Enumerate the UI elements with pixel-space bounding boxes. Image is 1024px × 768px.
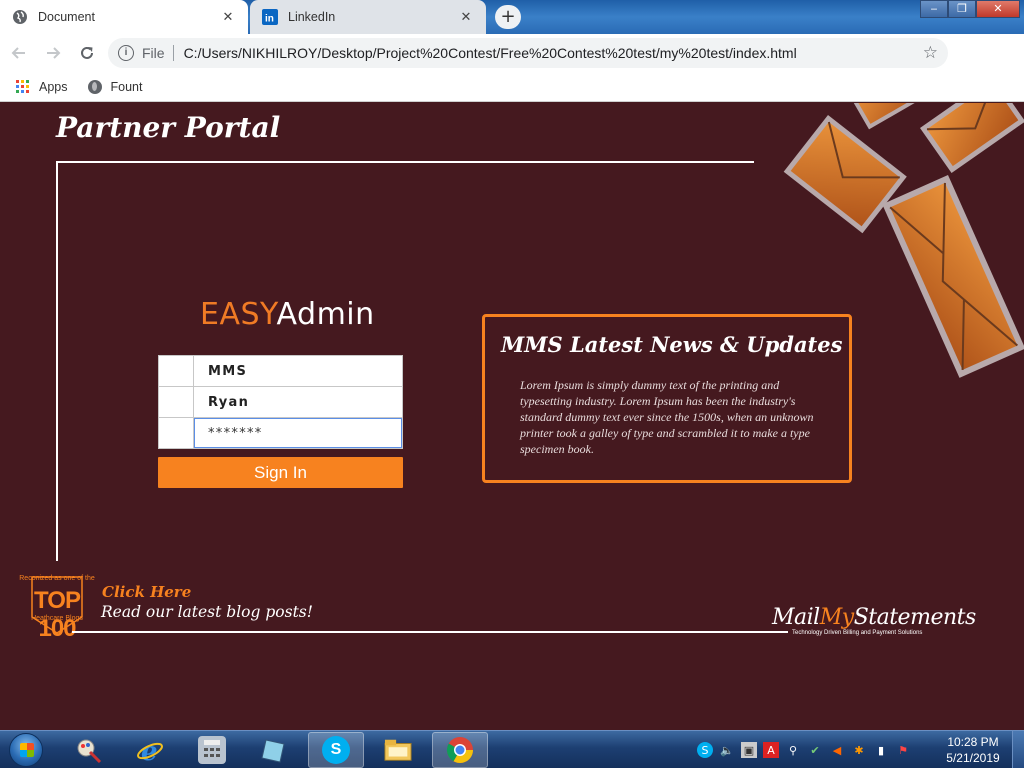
skype-tray-icon[interactable]: S xyxy=(697,742,713,758)
close-tab-icon[interactable]: ✕ xyxy=(458,9,474,25)
login-form: Sign In xyxy=(158,355,403,488)
tab-strip: Document ✕ in LinkedIn ✕ + ‒ ❐ ✕ xyxy=(0,0,1024,34)
badge-line1: Reconized as one of the xyxy=(19,575,95,582)
password-row xyxy=(158,417,403,449)
news-title: MMS Latest News & Updates xyxy=(501,332,843,357)
arrow-left-icon xyxy=(11,47,25,59)
apps-grid-icon xyxy=(16,80,29,93)
forward-button[interactable] xyxy=(38,38,68,68)
partner-portal-page: Partner Portal EASYAdmin MMS Ryan ******… xyxy=(0,103,1024,730)
logo-mail: Mail xyxy=(772,605,820,630)
sign-in-button[interactable]: Sign In xyxy=(158,457,403,488)
bookmarks-bar: Apps Fount xyxy=(0,72,1024,102)
password-field-icon xyxy=(159,418,194,448)
app-tray-icon[interactable]: ▣ xyxy=(741,742,757,758)
skype-icon: S xyxy=(322,736,350,764)
show-desktop-button[interactable] xyxy=(1012,731,1024,768)
info-icon[interactable]: i xyxy=(118,45,134,61)
calculator-icon xyxy=(198,736,226,764)
blog-text: Read our latest blog posts! xyxy=(101,603,313,621)
system-tray: S 🔈 ▣ A ⚲ ✔ ◀ ✱ ▮ ⚑ xyxy=(697,735,911,765)
new-tab-button[interactable]: + xyxy=(495,5,521,29)
taskbar-calculator[interactable] xyxy=(184,732,240,768)
svg-text:in: in xyxy=(265,14,274,25)
tab-linkedin[interactable]: in LinkedIn ✕ xyxy=(250,0,486,34)
url-scheme: File xyxy=(142,45,174,61)
close-window-button[interactable]: ✕ xyxy=(976,0,1020,18)
bookmark-label: Apps xyxy=(39,79,68,94)
globe-icon xyxy=(12,9,28,25)
close-tab-icon[interactable]: ✕ xyxy=(220,9,236,25)
avast-tray-icon[interactable]: ✱ xyxy=(851,742,867,758)
reload-button[interactable] xyxy=(72,38,102,68)
company-row xyxy=(158,355,403,387)
password-field[interactable] xyxy=(194,418,402,448)
taskbar-paint[interactable] xyxy=(60,732,116,768)
page-title: Partner Portal xyxy=(56,111,281,144)
logo-admin: Admin xyxy=(276,297,375,332)
logo-my: My xyxy=(819,605,854,630)
tab-document[interactable]: Document ✕ xyxy=(0,0,248,34)
windows-logo-icon xyxy=(9,733,43,767)
minimize-button[interactable]: ‒ xyxy=(920,0,948,18)
company-field-icon xyxy=(159,356,194,386)
back-button[interactable] xyxy=(4,38,34,68)
arrow-right-icon xyxy=(47,47,61,59)
start-button[interactable] xyxy=(4,732,48,768)
security-tray-icon[interactable]: ✔ xyxy=(807,742,823,758)
window-controls: ‒ ❐ ✕ xyxy=(920,0,1020,18)
click-here-link[interactable]: Click Here xyxy=(102,583,191,601)
pdf-tray-icon[interactable]: A xyxy=(763,742,779,758)
taskbar-notepad[interactable] xyxy=(246,732,302,768)
taskbar-internet-explorer[interactable]: e xyxy=(122,732,178,768)
speaker-tray-icon[interactable]: ◀ xyxy=(829,742,845,758)
tab-title: LinkedIn xyxy=(288,10,336,24)
clock-date: 5/21/2019 xyxy=(946,751,1000,765)
network-tower-icon[interactable]: ⚲ xyxy=(785,742,801,758)
restore-button[interactable]: ❐ xyxy=(948,0,976,18)
logo-tagline: Technology Driven Billing and Payment So… xyxy=(792,630,923,636)
logo-easy: EASY xyxy=(200,297,277,332)
clock-time: 10:28 PM xyxy=(947,735,999,749)
logo-statements: Statements xyxy=(853,605,977,630)
mailmystatements-logo: MailMyStatements Technology Driven Billi… xyxy=(772,605,976,641)
divider-left xyxy=(56,161,58,561)
taskbar-file-explorer[interactable] xyxy=(370,732,426,768)
username-row xyxy=(158,386,403,418)
bookmark-fount[interactable]: Fount xyxy=(87,79,143,94)
taskbar-chrome[interactable] xyxy=(432,732,488,768)
action-center-flag-icon[interactable]: ⚑ xyxy=(895,742,911,758)
reload-icon xyxy=(81,46,93,59)
volume-icon[interactable]: 🔈 xyxy=(719,742,735,758)
taskbar-skype[interactable]: S xyxy=(308,732,364,768)
tab-title: Document xyxy=(38,10,95,24)
internet-explorer-icon: e xyxy=(136,736,164,764)
divider-bottom xyxy=(72,631,788,633)
svg-text:e: e xyxy=(141,737,158,764)
address-bar[interactable]: i File C:/Users/NIKHILROY/Desktop/Projec… xyxy=(108,38,948,68)
paint-icon xyxy=(74,736,102,764)
signal-bars-icon[interactable]: ▮ xyxy=(873,742,889,758)
bookmark-label: Fount xyxy=(110,79,143,94)
notepad-icon xyxy=(260,736,288,764)
easyadmin-logo: EASYAdmin xyxy=(200,297,375,332)
news-panel: MMS Latest News & Updates Lorem Ipsum is… xyxy=(482,314,852,483)
linkedin-icon: in xyxy=(262,9,278,25)
chrome-icon xyxy=(446,736,474,764)
top100-badge[interactable]: Reconized as one of the TOP 100 Heathcar… xyxy=(18,573,96,642)
url-text[interactable]: C:/Users/NIKHILROY/Desktop/Project%20Con… xyxy=(184,45,923,61)
system-clock[interactable]: 10:28 PM 5/21/2019 xyxy=(938,734,1008,766)
globe-icon xyxy=(87,79,102,94)
badge-line3: Heathcare Blogs xyxy=(31,615,83,622)
browser-toolbar: i File C:/Users/NIKHILROY/Desktop/Projec… xyxy=(0,34,1024,98)
username-field-icon xyxy=(159,387,194,417)
bookmark-star-icon[interactable]: ☆ xyxy=(923,43,938,63)
company-field[interactable] xyxy=(194,356,402,386)
bookmark-apps[interactable]: Apps xyxy=(16,80,68,94)
file-explorer-icon xyxy=(384,736,412,764)
windows-taskbar: e S S 🔈 ▣ A ⚲ ✔ ◀ ✱ ▮ ⚑ 10:28 PM 5/21/20… xyxy=(0,730,1024,768)
username-field[interactable] xyxy=(194,387,402,417)
news-body: Lorem Ipsum is simply dummy text of the … xyxy=(520,378,814,456)
divider-top xyxy=(56,161,754,163)
